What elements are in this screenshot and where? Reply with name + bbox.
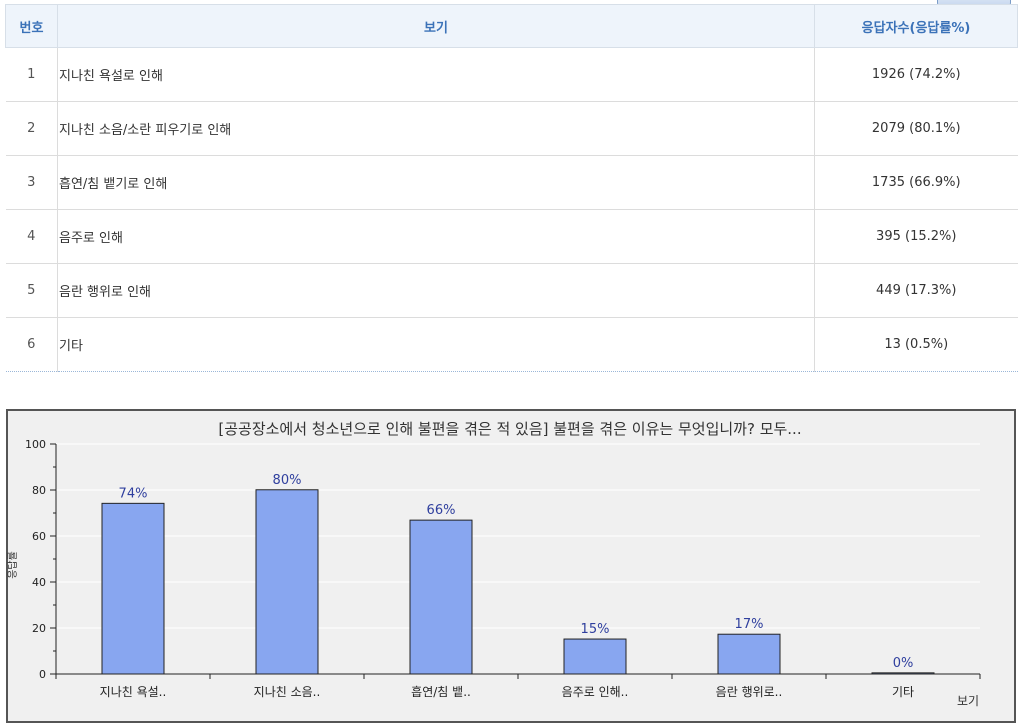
y-tick-label: 0 — [39, 668, 46, 681]
x-tick-label: 흡연/침 뱉.. — [411, 685, 471, 699]
data-label: 0% — [893, 656, 914, 671]
y-tick-label: 100 — [25, 438, 46, 451]
y-axis-label: 응답률 — [7, 551, 19, 579]
x-axis-label: 보기 — [957, 694, 979, 708]
data-label: 80% — [273, 473, 302, 488]
x-tick-label: 지나친 소음.. — [254, 685, 321, 699]
bar — [563, 638, 627, 675]
bar — [101, 502, 165, 675]
data-label: 74% — [119, 486, 148, 501]
y-tick-label: 20 — [32, 622, 46, 635]
data-label: 17% — [735, 617, 764, 632]
bar — [409, 519, 473, 675]
x-tick-label: 음주로 인해.. — [562, 685, 629, 699]
data-label: 15% — [581, 622, 610, 637]
x-tick-label: 지나친 욕설.. — [100, 685, 167, 699]
bar — [255, 489, 319, 675]
y-tick-label: 80 — [32, 484, 46, 497]
bar — [871, 672, 935, 675]
x-tick-label: 기타 — [892, 685, 914, 699]
y-tick-label: 40 — [32, 576, 46, 589]
data-label: 66% — [427, 503, 456, 518]
bar — [717, 633, 781, 675]
bar-chart: 응답률 보기 0 20 40 60 80 100 74% 지나친 욕설.. 80% 지나친 소음.… — [7, 438, 981, 708]
y-tick-label: 60 — [32, 530, 46, 543]
x-tick-label: 음란 행위로.. — [716, 684, 783, 699]
